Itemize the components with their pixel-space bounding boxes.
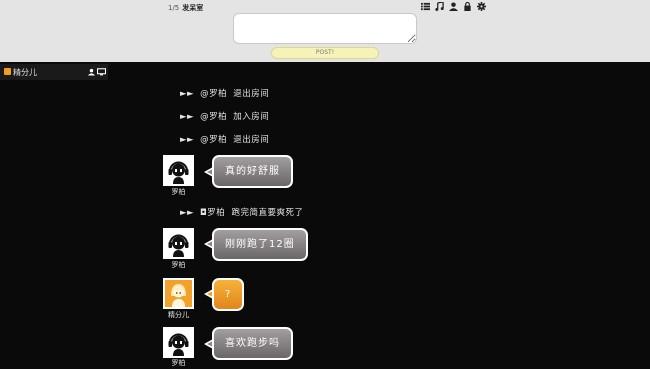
user-icon[interactable] [88, 68, 95, 76]
message-input[interactable] [233, 13, 417, 44]
headphone-avatar-icon [168, 234, 189, 257]
system-text: @罗柏 退出房间 [200, 135, 270, 145]
avatar-name: 精分儿 [168, 311, 189, 319]
lock-icon[interactable] [463, 2, 472, 11]
toolbar [421, 2, 486, 11]
userbar-icons [88, 68, 106, 76]
avatar[interactable] [163, 327, 194, 358]
avatar-name: 罗柏 [171, 188, 186, 196]
system-message: ►► @罗柏 退出房间 [180, 133, 269, 145]
system-message: ►► @罗柏 加入房间 [180, 110, 269, 122]
message-bubble: 刚刚跑了12圈 [212, 228, 308, 261]
system-text: @罗柏 加入房间 [200, 112, 270, 122]
room-name: 发呆室 [182, 4, 204, 12]
current-username: 精分儿 [13, 68, 37, 77]
girl-avatar-icon [171, 284, 186, 307]
headphone-avatar-icon [168, 333, 189, 356]
avatar-name: 罗柏 [171, 359, 186, 367]
monitor-icon[interactable] [97, 68, 106, 76]
system-arrows-icon: ►► [180, 135, 195, 145]
user-icon[interactable] [449, 2, 458, 11]
avatar-name: 罗柏 [171, 261, 186, 269]
list-icon[interactable] [421, 2, 430, 11]
headphone-avatar-icon [168, 161, 189, 184]
system-text: @罗柏 退出房间 [200, 89, 270, 99]
system-arrows-icon: ►► [180, 89, 195, 99]
user-bar: 精分儿 [0, 64, 108, 80]
system-message: ►► ◘罗柏 跑完简直要爽死了 [180, 206, 304, 218]
system-arrows-icon: ►► [180, 208, 195, 218]
room-info: 1/5 发呆室 [168, 3, 203, 13]
system-arrows-icon: ►► [180, 112, 195, 122]
system-text: ◘罗柏 跑完简直要爽死了 [200, 208, 304, 218]
gear-icon[interactable] [477, 2, 486, 11]
status-square [4, 68, 11, 75]
message-bubble: 喜欢跑步吗 [212, 327, 293, 360]
message-bubble: ? [212, 278, 245, 311]
system-message: ►► @罗柏 退出房间 [180, 87, 269, 99]
post-button[interactable]: POST! [271, 47, 379, 59]
room-count: 1/5 [168, 4, 180, 12]
avatar[interactable] [163, 228, 194, 259]
avatar[interactable] [163, 278, 194, 309]
message-bubble: 真的好舒服 [212, 155, 293, 188]
header: 1/5 发呆室 POST! [0, 0, 650, 62]
avatar[interactable] [163, 155, 194, 186]
music-icon[interactable] [435, 2, 444, 11]
